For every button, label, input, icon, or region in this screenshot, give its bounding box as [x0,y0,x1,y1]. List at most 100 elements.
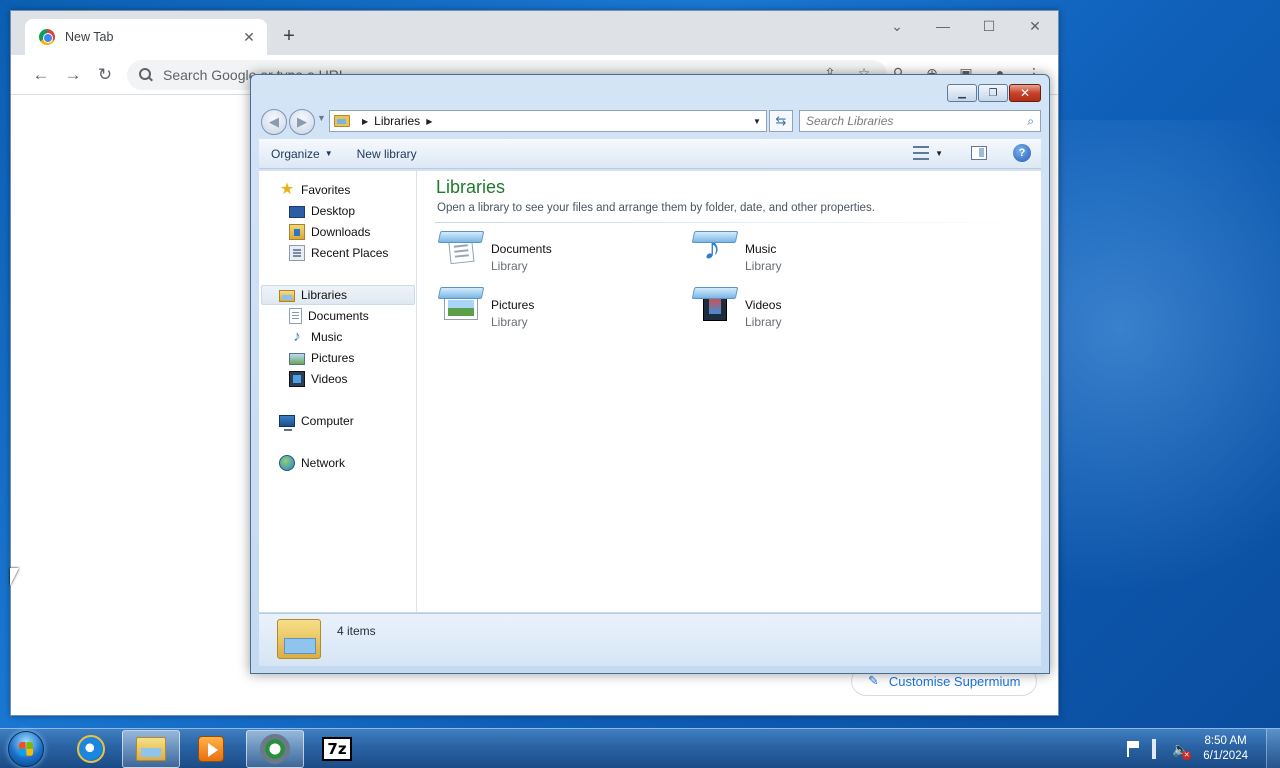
new-tab-button[interactable]: + [277,25,301,49]
preview-pane-icon[interactable] [971,146,987,160]
library-type: Library [745,259,782,273]
view-options-dropdown-icon[interactable]: ▼ [935,149,943,158]
nav-pictures[interactable]: Pictures [289,348,354,368]
nav-videos[interactable]: Videos [289,369,347,389]
taskbar: 7z 🔈 ✕ 8:50 AM 6/1/2024 [0,728,1280,768]
taskbar-supermium[interactable] [246,730,304,768]
command-bar: Organize ▼ New library ▼ ? [259,139,1041,169]
content-pane: Libraries Open a library to see your fil… [419,171,1041,612]
supermium-browser-icon [260,734,290,764]
page-description: Open a library to see your files and arr… [437,202,875,214]
libraries-folder-icon [334,115,350,127]
taskbar-7zip[interactable]: 7z [308,730,366,768]
search-box[interactable]: ⌕ [799,110,1041,132]
maximize-button[interactable]: ☐ [966,11,1012,41]
show-desktop-button[interactable] [1266,729,1280,768]
pencil-icon: ✎ [868,673,879,688]
taskbar-media-player[interactable] [182,730,240,768]
document-icon [289,308,302,324]
nav-label: Pictures [311,351,355,365]
library-name: Videos [745,298,782,312]
nav-label: Videos [311,372,348,386]
nav-label: Documents [308,309,369,323]
volume-muted-icon[interactable]: 🔈 ✕ [1172,741,1192,760]
change-view-icon[interactable] [913,146,930,160]
recent-places-icon [289,245,305,261]
network-status-icon[interactable] [1146,739,1162,759]
nav-computer[interactable]: Computer [279,411,354,431]
refresh-button[interactable]: ⇆ [769,110,793,132]
tab-search-icon[interactable]: ⌄ [874,11,920,41]
search-icon [139,68,153,82]
explorer-forward-button[interactable]: ▶ [289,109,315,135]
organize-menu[interactable]: Organize ▼ [259,147,345,161]
nav-label: Network [301,456,346,470]
star-icon: ★ [279,181,295,198]
search-input[interactable] [806,114,1006,128]
tab-new-tab[interactable]: New Tab ✕ [25,19,267,55]
library-tile-music[interactable]: ♪ Music Library [691,227,931,277]
library-name: Pictures [491,298,535,312]
library-tile-videos[interactable]: Videos Library [691,287,931,333]
computer-icon [279,415,295,431]
library-tile-documents[interactable]: Documents Library [437,231,677,277]
recent-pages-dropdown-icon[interactable]: ▼ [317,113,326,123]
mouse-cursor-icon [10,568,19,586]
nav-label: Favorites [301,183,351,197]
nav-network[interactable]: Network [279,453,345,473]
help-icon[interactable]: ? [1013,144,1031,162]
nav-label: Desktop [311,204,356,218]
pictures-icon [289,353,305,365]
browser-window-controls: ⌄ — ☐ ✕ [874,11,1058,41]
nav-downloads[interactable]: Downloads [289,222,370,242]
close-button[interactable]: ✕ [1012,11,1058,41]
page-title: Libraries [436,177,506,197]
explorer-navigation-bar: ◀ ▶ ▼ ▶ Libraries ▶ ▼ ⇆ ⌕ [259,107,1041,135]
reload-icon[interactable]: ↻ [93,63,117,87]
documents-library-icon [437,231,485,277]
back-forward-buttons: ◀ ▶ [261,109,317,135]
nav-desktop[interactable]: Desktop [289,201,355,221]
action-center-flag-icon[interactable] [1120,741,1136,757]
network-icon [279,455,295,471]
nav-favorites[interactable]: ★ Favorites [279,180,351,200]
explorer-window: ▁ ❐ ✕ ◀ ▶ ▼ ▶ Libraries ▶ ▼ ⇆ ⌕ Organize… [250,74,1050,674]
breadcrumb-arrow-icon[interactable]: ▶ [426,117,432,126]
clock[interactable]: 8:50 AM 6/1/2024 [1203,734,1248,764]
explorer-close-button[interactable]: ✕ [1009,84,1041,102]
minimize-button[interactable]: — [920,11,966,41]
library-type: Library [745,315,782,329]
videos-film-icon [289,371,305,387]
pictures-library-icon [437,287,485,333]
explorer-caption-buttons: ▁ ❐ ✕ [947,84,1041,102]
forward-icon[interactable]: → [61,63,85,87]
library-tile-pictures[interactable]: Pictures Library [437,287,677,333]
new-library-button[interactable]: New library [345,147,429,161]
taskbar-windows-explorer[interactable] [122,730,180,768]
navigation-pane: ★ Favorites Desktop Downloads Recent Pla… [259,171,417,612]
address-dropdown-icon[interactable]: ▼ [748,117,766,126]
downloads-folder-icon [289,224,305,240]
new-library-label: New library [356,146,417,161]
item-count: 4 items [337,624,376,638]
system-tray: 🔈 ✕ 8:50 AM 6/1/2024 [1115,729,1280,768]
nav-libraries[interactable]: Libraries [261,285,415,305]
back-icon[interactable]: ← [29,63,53,87]
clock-date: 6/1/2024 [1203,750,1248,762]
explorer-minimize-button[interactable]: ▁ [947,84,977,102]
start-button[interactable] [8,731,44,767]
explorer-back-button[interactable]: ◀ [261,109,287,135]
explorer-maximize-button[interactable]: ❐ [978,84,1008,102]
nav-documents[interactable]: Documents [289,306,369,326]
view-controls: ▼ ? [913,144,1031,162]
music-library-icon: ♪ [691,227,739,277]
address-bar[interactable]: ▶ Libraries ▶ ▼ [329,110,767,132]
breadcrumb-arrow-icon[interactable]: ▶ [362,117,368,126]
seven-zip-icon: 7z [322,737,352,761]
desktop-icon [289,205,305,218]
breadcrumb-libraries[interactable]: Libraries [374,114,420,128]
taskbar-internet-explorer[interactable] [62,730,120,768]
tab-close-icon[interactable]: ✕ [241,29,257,46]
nav-music[interactable]: ♪ Music [289,327,342,347]
nav-recent-places[interactable]: Recent Places [289,243,388,263]
